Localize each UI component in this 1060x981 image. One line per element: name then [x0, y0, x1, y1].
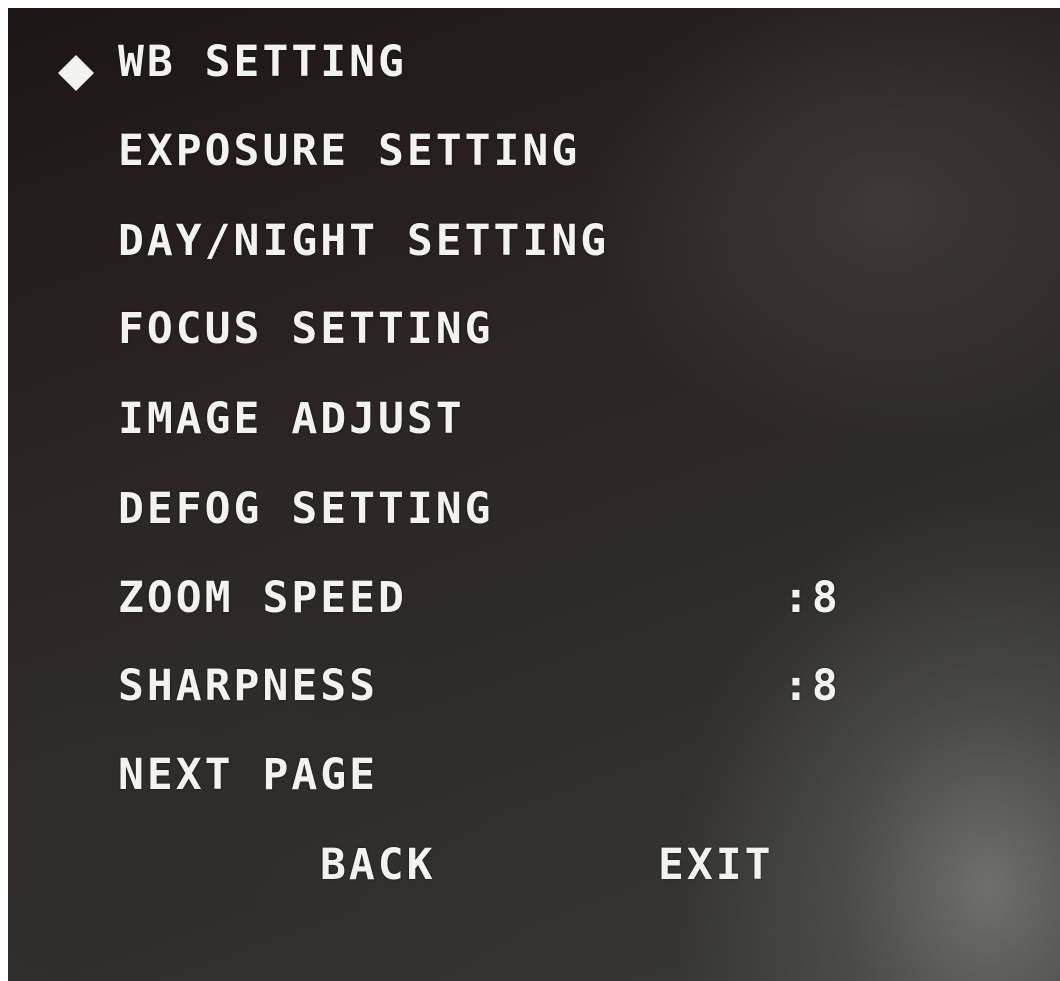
menu-item-sharpness[interactable]: SHARPNESS — [118, 656, 378, 716]
menu-item-label: NEXT PAGE — [118, 750, 378, 800]
menu-item-label: FOCUS SETTING — [118, 304, 494, 354]
menu-item-label: DAY/NIGHT SETTING — [118, 216, 610, 266]
menu-item-day-night-setting[interactable]: DAY/NIGHT SETTING — [118, 211, 609, 271]
menu-item-label: ZOOM SPEED — [118, 573, 407, 623]
diamond-selector-icon — [58, 55, 94, 91]
menu-item-label: DEFOG SETTING — [118, 484, 494, 534]
exit-button[interactable]: EXIT — [658, 835, 774, 895]
sharpness-value: :8 — [783, 661, 841, 711]
menu-item-label: WB SETTING — [118, 37, 407, 87]
menu-item-defog-setting[interactable]: DEFOG SETTING — [118, 479, 494, 539]
menu-item-zoom-speed[interactable]: ZOOM SPEED — [118, 568, 407, 628]
menu-item-image-adjust[interactable]: IMAGE ADJUST — [118, 389, 465, 449]
menu-item-label: EXPOSURE SETTING — [118, 126, 581, 176]
menu-item-focus-setting[interactable]: FOCUS SETTING — [118, 299, 494, 359]
menu-item-label: SHARPNESS — [118, 661, 378, 711]
menu-item-wb-setting[interactable]: WB SETTING — [118, 32, 407, 92]
menu-item-label: IMAGE ADJUST — [118, 394, 465, 444]
menu-item-next-page[interactable]: NEXT PAGE — [118, 745, 378, 805]
osd-menu-screen: WB SETTING EXPOSURE SETTING DAY/NIGHT SE… — [8, 8, 1060, 981]
back-button[interactable]: BACK — [320, 835, 436, 895]
zoom-speed-value: :8 — [783, 573, 841, 623]
menu-item-exposure-setting[interactable]: EXPOSURE SETTING — [118, 121, 580, 181]
